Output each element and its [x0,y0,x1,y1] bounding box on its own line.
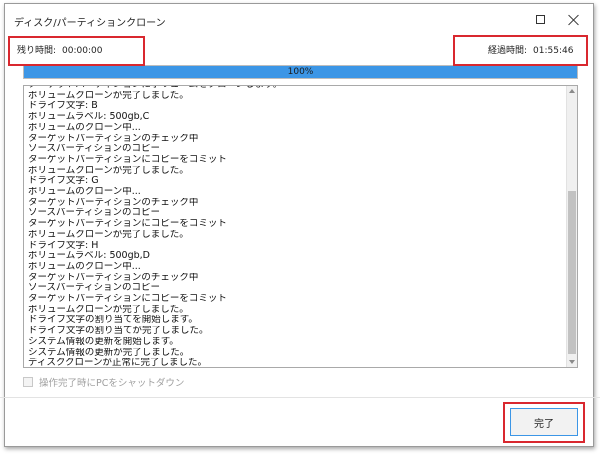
elapsed-time: 経過時間: 01:55:46 [488,43,573,56]
shutdown-checkbox[interactable] [23,377,33,387]
log-line: ターゲットパーティションにコピーをコミット [28,294,227,305]
scroll-thumb[interactable] [568,191,576,354]
log-line: ボリュームのクローン中... [28,122,141,133]
footer-divider [0,397,600,398]
scroll-up-icon[interactable] [569,89,575,93]
elapsed-time-value: 01:55:46 [533,46,574,56]
shutdown-option[interactable]: 操作完了時にPCをシャットダウン [23,375,184,389]
log-line: ボリュームクローンが完了しました。 [28,304,189,315]
log-line: ボリュームラベル: 500gb,C [28,112,150,123]
log-line: ターゲットパーティションのチェック中 [28,272,199,283]
log-line: ターゲットパーティションにコピーをコミット [28,219,227,230]
log-line: ドライブ文字: H [28,240,99,251]
done-button[interactable]: 完了 [510,408,578,436]
log-line: ボリュームのクローン中... [28,187,141,198]
log-line: ドライブ文字の割り当てを開始します。 [28,315,198,326]
shutdown-label: 操作完了時にPCをシャットダウン [39,378,185,389]
log-line: ボリュームクローンが完了しました。 [28,165,189,176]
log-line: ソースパーティションのコピー [28,208,160,219]
remaining-time-value: 00:00:00 [62,46,103,56]
log-line: システム情報の更新が完了しました。 [28,347,190,358]
log-line: ドライブ文字: B [28,101,98,112]
log-line: ボリュームのクローン中... [28,261,141,272]
log-text: ターゲットパーティションにポリュームをクローンします。ボリュームクローンが完了し… [28,86,563,368]
log-line: ターゲットパーティションにコピーをコミット [28,154,227,165]
close-icon [568,14,579,25]
close-button[interactable] [560,8,586,30]
title-bar[interactable]: ディスク/パーティションクローン [5,4,593,34]
maximize-icon [535,14,545,24]
log-line: ソースパーティションのコピー [28,144,160,155]
remaining-time: 残り時間: 00:00:00 [17,43,102,56]
log-line: システム情報の更新を開始します。 [28,336,179,347]
log-scrollbar[interactable] [566,86,577,367]
log-panel[interactable]: ターゲットパーティションにポリュームをクローンします。ボリュームクローンが完了し… [23,85,578,368]
log-line: ディスククローンが正常に完了しました。 [28,358,207,368]
scroll-down-icon[interactable] [569,360,575,364]
log-line: ターゲットパーティションのチェック中 [28,197,199,208]
log-line: ターゲットパーティションのチェック中 [28,133,199,144]
log-line: ドライブ文字: G [28,176,99,187]
log-line: ドライブ文字の割り当てが完了しました。 [28,326,209,337]
progress-bar: 100% [23,65,578,79]
elapsed-time-label: 経過時間: [488,46,528,56]
log-line: ボリュームラベル: 500gb,D [28,251,150,262]
window-title: ディスク/パーティションクローン [14,18,166,29]
log-line: ボリュームクローンが完了しました。 [28,90,189,101]
log-line: ソースパーティションのコピー [28,283,160,294]
maximize-button[interactable] [527,8,553,30]
log-line: ボリュームクローンが完了しました。 [28,229,189,240]
progress-label: 100% [287,67,314,77]
remaining-time-label: 残り時間: [17,46,57,56]
